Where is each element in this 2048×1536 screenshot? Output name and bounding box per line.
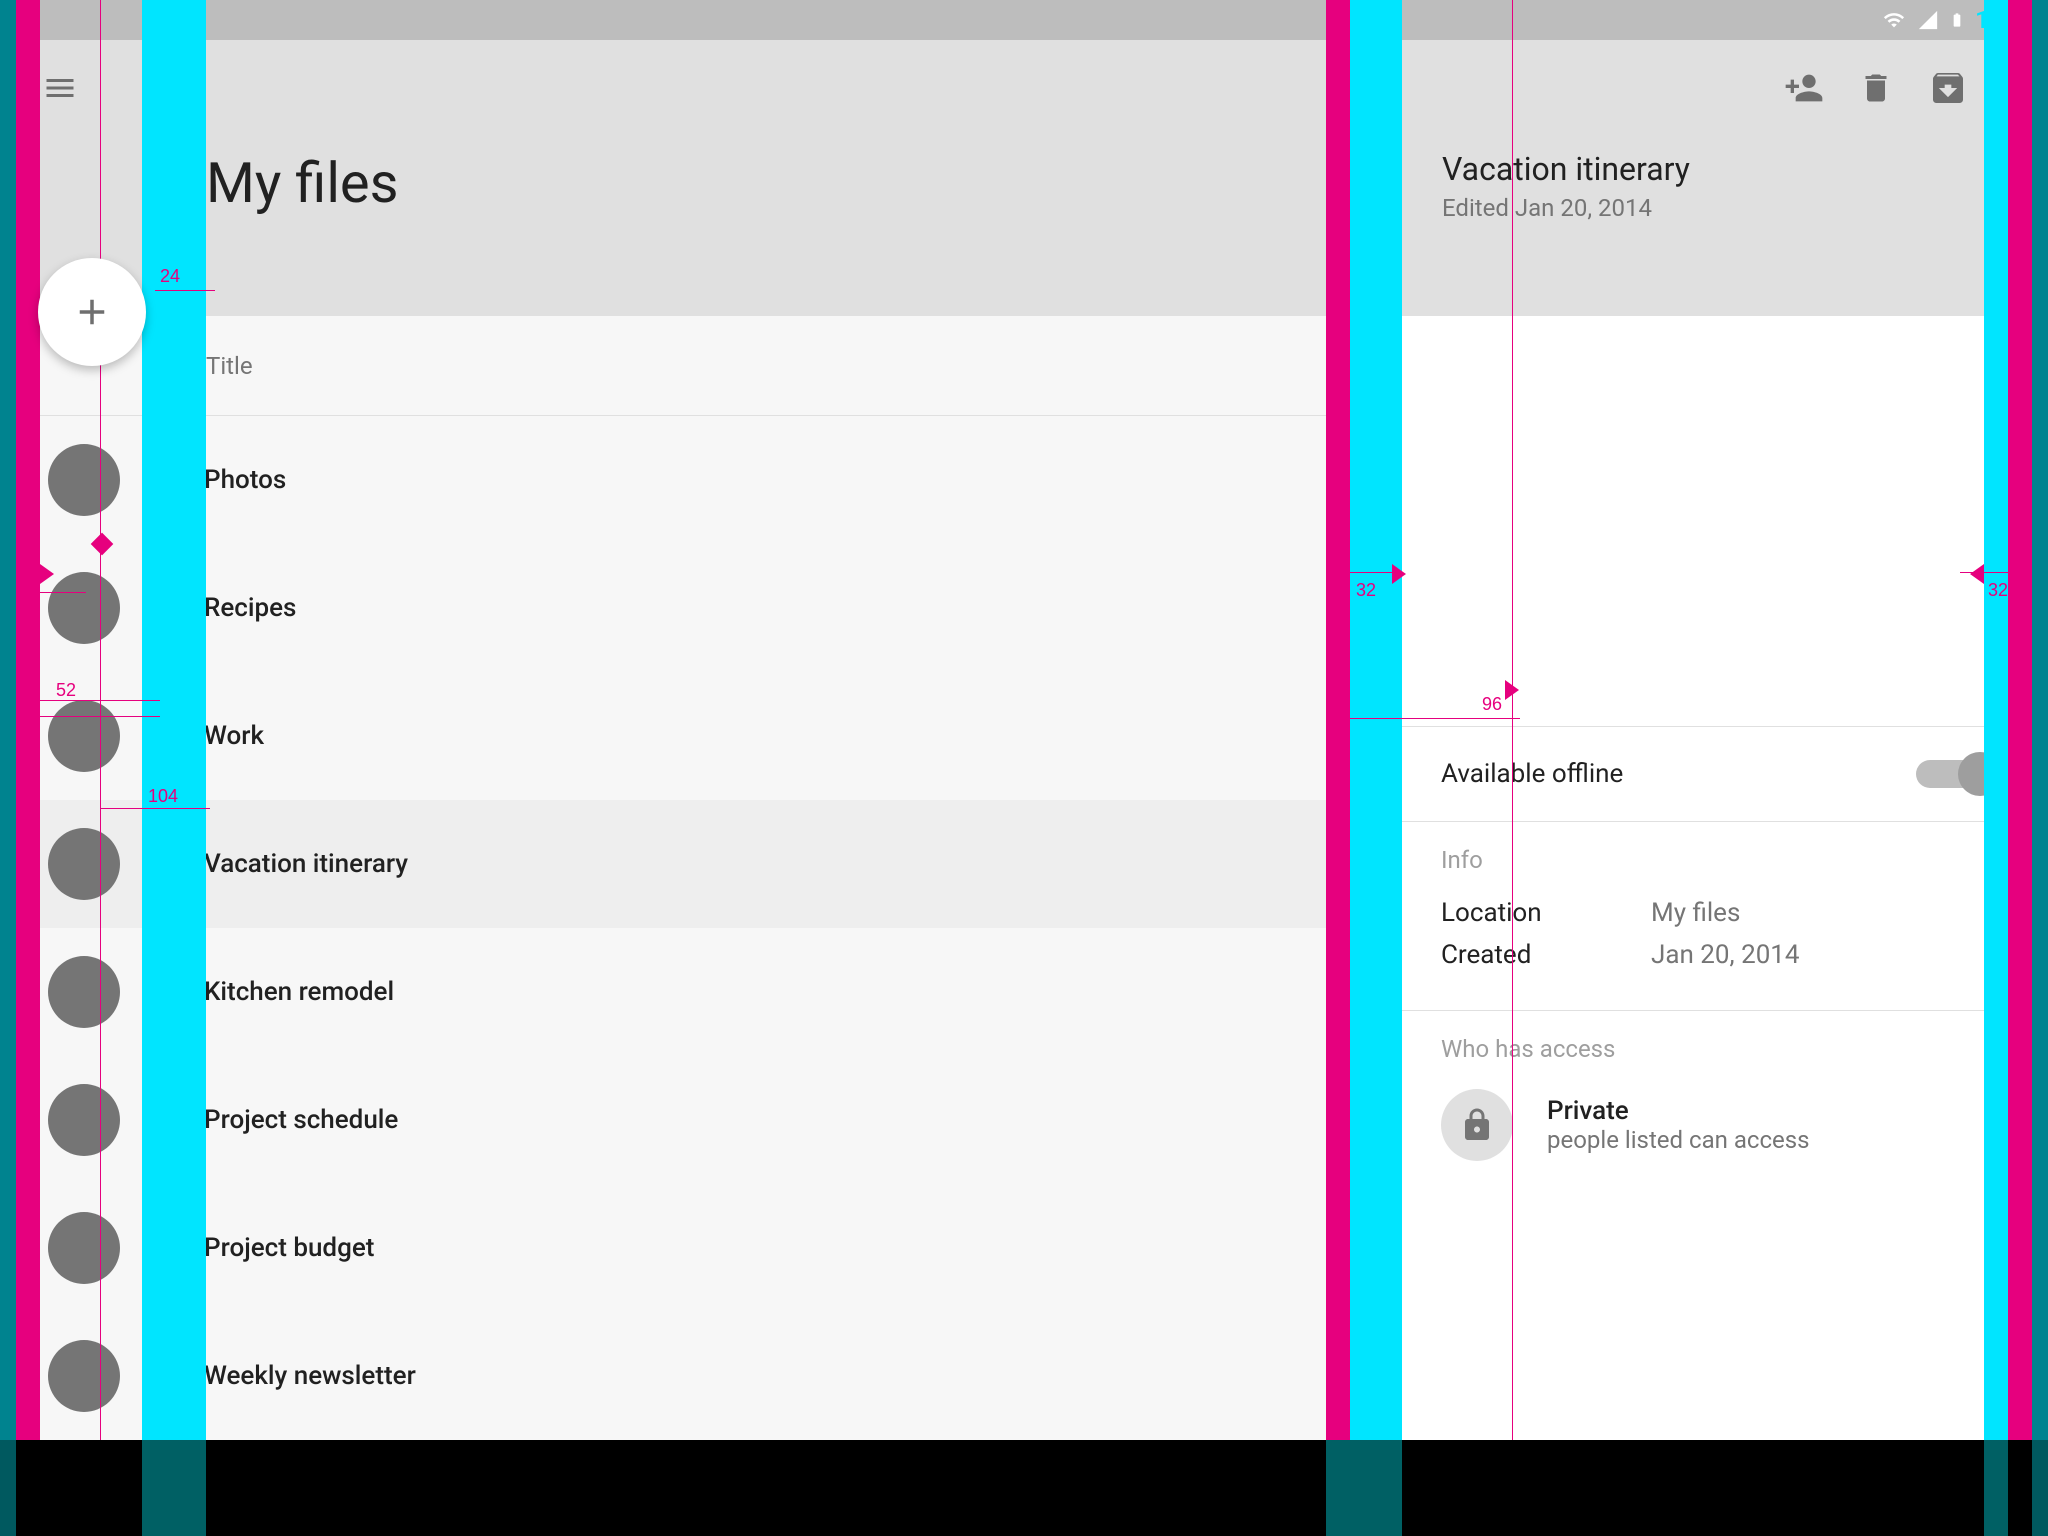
offline-switch[interactable] xyxy=(1916,760,1996,788)
file-label: Project schedule xyxy=(204,1105,398,1135)
person-add-icon xyxy=(1784,68,1824,108)
delete-button[interactable] xyxy=(1840,52,1912,124)
file-avatar xyxy=(48,956,120,1028)
info-value: My files xyxy=(1651,898,1740,928)
file-avatar xyxy=(48,828,120,900)
archive-download-icon xyxy=(1928,68,1968,108)
status-bar: 12:30 xyxy=(0,0,2048,40)
status-time: 12:30 xyxy=(1975,6,2036,34)
switch-knob xyxy=(1958,752,2002,796)
page-title: My files xyxy=(206,150,399,216)
info-section: Info LocationMy filesCreatedJan 20, 2014 xyxy=(1389,822,2048,1011)
battery-icon xyxy=(1949,8,1965,32)
hamburger-icon xyxy=(42,70,78,106)
file-avatar xyxy=(48,700,120,772)
file-label: Photos xyxy=(204,465,286,495)
file-list-pane: Title Photos Recipes Work Vacation itinerar… xyxy=(0,316,1388,1440)
file-label: Kitchen remodel xyxy=(204,977,394,1007)
info-row: LocationMy files xyxy=(1441,892,1996,934)
detail-title: Vacation itinerary xyxy=(1442,150,2048,188)
file-label: Weekly newsletter xyxy=(204,1361,416,1391)
info-key: Location xyxy=(1441,898,1651,928)
info-header: Info xyxy=(1441,846,1996,874)
file-row[interactable]: Weekly newsletter xyxy=(0,1312,1388,1440)
file-row[interactable]: Vacation itinerary xyxy=(0,800,1388,928)
file-row[interactable]: Project budget xyxy=(0,1184,1388,1312)
list-column-header: Title xyxy=(20,316,1368,416)
access-header: Who has access xyxy=(1441,1035,1996,1063)
file-avatar xyxy=(48,444,120,516)
menu-button[interactable] xyxy=(24,52,96,124)
file-avatar xyxy=(48,1084,120,1156)
file-avatar xyxy=(48,1340,120,1412)
file-row[interactable]: Kitchen remodel xyxy=(0,928,1388,1056)
preview-area xyxy=(1389,316,2048,726)
file-label: Project budget xyxy=(204,1233,374,1263)
lock-icon xyxy=(1459,1107,1495,1143)
file-row[interactable]: Photos xyxy=(0,416,1388,544)
wifi-icon xyxy=(1881,9,1907,31)
info-row: CreatedJan 20, 2014 xyxy=(1441,934,1996,976)
access-sub: people listed can access xyxy=(1547,1126,1810,1154)
fab-add[interactable] xyxy=(38,258,146,366)
download-button[interactable] xyxy=(1912,52,1984,124)
extended-header: My files Vacation itinerary Edited Jan 2… xyxy=(0,136,2048,316)
file-label: Work xyxy=(204,721,264,751)
file-row[interactable]: Work xyxy=(0,672,1388,800)
file-row[interactable]: Recipes xyxy=(0,544,1388,672)
overflow-button[interactable] xyxy=(1984,52,2024,124)
info-value: Jan 20, 2014 xyxy=(1651,940,1800,970)
plus-icon xyxy=(71,291,113,333)
app-frame: 12:30 My files Vaca xyxy=(0,0,2048,1440)
file-row[interactable]: Project schedule xyxy=(0,1056,1388,1184)
access-section: Who has access Private people listed can… xyxy=(1389,1011,2048,1185)
offline-row[interactable]: Available offline xyxy=(1389,726,2048,822)
trash-icon xyxy=(1858,70,1894,106)
info-key: Created xyxy=(1441,940,1651,970)
app-bar xyxy=(0,40,2048,136)
file-avatar xyxy=(48,1212,120,1284)
offline-label: Available offline xyxy=(1441,759,1623,789)
add-person-button[interactable] xyxy=(1768,52,1840,124)
lock-avatar xyxy=(1441,1089,1513,1161)
detail-pane: Available offline Info LocationMy filesC… xyxy=(1388,316,2048,1440)
file-label: Vacation itinerary xyxy=(204,849,408,879)
cellular-icon xyxy=(1917,9,1939,31)
access-title: Private xyxy=(1547,1096,1810,1126)
file-avatar xyxy=(48,572,120,644)
detail-subtitle: Edited Jan 20, 2014 xyxy=(1442,194,2048,222)
more-vert-icon xyxy=(1986,70,2022,106)
file-label: Recipes xyxy=(204,593,296,623)
